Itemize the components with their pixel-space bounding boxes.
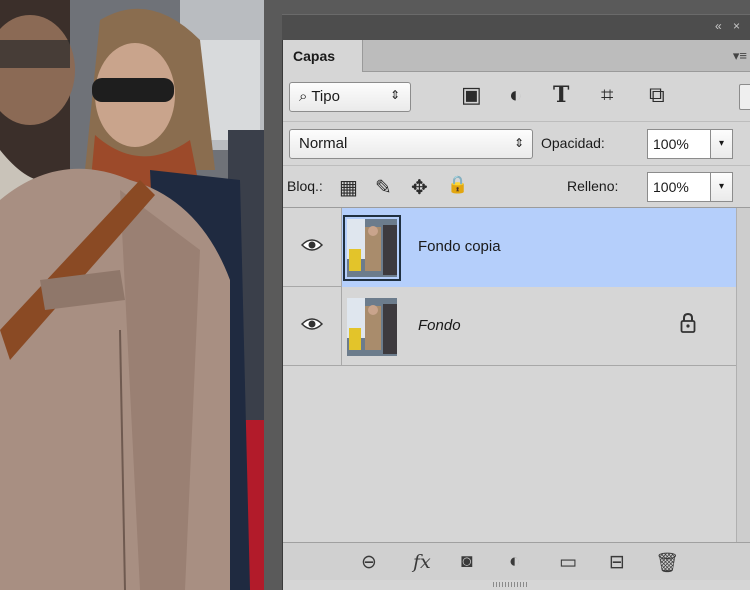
lock-image-pixels-icon[interactable]: ✎	[375, 175, 392, 200]
layer-name[interactable]: Fondo copia	[418, 238, 501, 255]
layer-style-fx-icon[interactable]: fx	[413, 551, 431, 573]
layer-row-fondo[interactable]: Fondo	[283, 287, 750, 366]
panel-tab-row: Capas ▾≡	[283, 40, 750, 72]
layer-thumbnail	[347, 298, 397, 356]
blend-row: Normal ⇕ Opacidad: 100% ▾	[283, 122, 750, 166]
layers-panel: Capas ▾≡ ⌕ Tipo ⇕ ▣ ◐ T ⌗ ⧉ Normal ⇕ Opa…	[282, 40, 750, 590]
new-adjustment-layer-icon[interactable]: ◐	[509, 551, 520, 573]
photo-image	[0, 0, 264, 590]
layer-list-scrollbar[interactable]	[736, 208, 750, 580]
layer-row-fondo-copia[interactable]: Fondo copia	[283, 208, 750, 287]
select-arrows-icon: ⇕	[513, 136, 524, 150]
blend-mode-select[interactable]: Normal ⇕	[289, 129, 533, 159]
eye-visibility-icon[interactable]	[301, 317, 323, 331]
opacity-dropdown-button[interactable]: ▾	[711, 129, 733, 159]
lock-row: Bloq.: ▦ ✎ ✥ 🔒 Relleno: 100% ▾	[283, 166, 750, 208]
panel-menu-icon[interactable]: ▾≡	[733, 48, 747, 64]
link-layers-icon[interactable]: ⊖	[361, 551, 377, 574]
visibility-cell[interactable]	[283, 287, 342, 366]
opacity-input[interactable]: 100%	[647, 129, 711, 159]
layer-content[interactable]: Fondo	[342, 287, 750, 366]
lock-transparent-pixels-icon[interactable]: ▦	[339, 175, 358, 200]
smart-object-filter-icon[interactable]: ⧉	[649, 82, 665, 108]
blend-mode-value: Normal	[299, 135, 348, 152]
filter-kind-value: Tipo	[311, 88, 340, 105]
collapse-panel-icon[interactable]: « ×	[715, 19, 744, 33]
layer-list: Fondo copia Fondo	[283, 208, 750, 580]
padlock-icon	[680, 312, 696, 333]
opacity-label: Opacidad:	[541, 135, 605, 151]
image-filter-icon[interactable]: ▣	[461, 82, 482, 108]
layer-name[interactable]: Fondo	[418, 317, 461, 334]
fill-label: Relleno:	[567, 178, 619, 194]
panel-collapse-bar[interactable]: « ×	[282, 14, 750, 40]
panel-resize-grip[interactable]	[493, 582, 529, 587]
new-layer-icon[interactable]: ⊟	[609, 551, 625, 574]
eye-visibility-icon[interactable]	[301, 238, 323, 252]
delete-layer-icon[interactable]: 🗑	[655, 551, 679, 575]
add-mask-icon[interactable]: ◙	[461, 551, 472, 573]
tab-capas[interactable]: Capas	[283, 40, 363, 72]
select-arrows-icon: ⇕	[389, 88, 400, 102]
lock-position-icon[interactable]: ✥	[411, 175, 428, 200]
filter-kind-select[interactable]: ⌕ Tipo ⇕	[289, 82, 411, 112]
shape-filter-icon[interactable]: ⌗	[601, 82, 613, 108]
lock-all-icon[interactable]: 🔒	[447, 175, 468, 195]
fill-dropdown-button[interactable]: ▾	[711, 172, 733, 202]
layers-panel-frame: « × Capas ▾≡ ⌕ Tipo ⇕ ▣ ◐ T ⌗ ⧉ Normal ⇕	[264, 0, 750, 590]
layer-content[interactable]: Fondo copia	[342, 208, 750, 287]
fill-input[interactable]: 100%	[647, 172, 711, 202]
document-canvas[interactable]	[0, 0, 264, 590]
lock-label: Bloq.:	[287, 178, 323, 194]
type-filter-icon[interactable]: T	[553, 82, 569, 108]
layer-thumbnail	[343, 215, 401, 281]
visibility-cell[interactable]	[283, 208, 342, 287]
adjustment-filter-icon[interactable]: ◐	[509, 82, 522, 108]
layer-filter-row: ⌕ Tipo ⇕ ▣ ◐ T ⌗ ⧉	[283, 72, 750, 122]
new-group-folder-icon[interactable]: ▭	[559, 551, 577, 574]
filter-toggle-switch[interactable]	[739, 84, 750, 110]
layer-locked-icon	[680, 312, 696, 339]
search-icon: ⌕	[299, 88, 308, 105]
layers-bottom-toolbar: ⊖ fx ◙ ◐ ▭ ⊟ 🗑	[283, 542, 750, 580]
